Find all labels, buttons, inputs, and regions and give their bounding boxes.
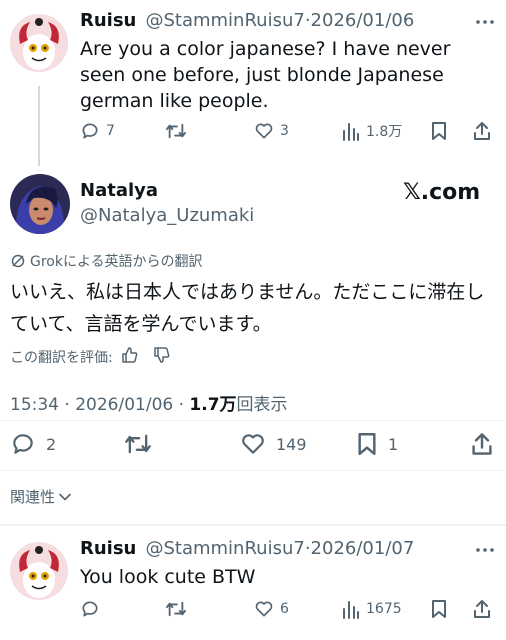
dot-separator: · [59, 395, 76, 415]
analytics-icon [343, 601, 359, 619]
bookmark-button[interactable] [430, 121, 448, 141]
reply-count: 7 [106, 123, 115, 139]
divider [0, 524, 506, 526]
share-button[interactable] [472, 599, 492, 619]
more-icon [476, 20, 494, 24]
bookmark-icon [432, 600, 446, 618]
reply-icon [13, 434, 33, 454]
tweet-date[interactable]: 2026/01/06 [75, 395, 173, 415]
tweet-date[interactable]: 2026/01/07 [311, 538, 415, 559]
views-count: 1.8万 [366, 124, 403, 140]
thumbs-down-button[interactable] [153, 346, 171, 368]
author-handle[interactable]: @StamminRuisu7 [145, 10, 304, 31]
tweet-meta: 15:34 · 2026/01/06 · 1.7万回表示 [10, 390, 288, 415]
heart-icon [255, 123, 273, 139]
bookmark-icon [432, 122, 446, 140]
tweet-time[interactable]: 15:34 [10, 395, 59, 415]
translation-note: Grokによる英語からの翻訳 [10, 251, 203, 271]
reply-icon [82, 123, 98, 139]
analytics-icon [343, 123, 359, 141]
heart-icon [255, 601, 273, 617]
reply-icon [82, 601, 98, 617]
dot-separator: · [173, 395, 190, 415]
views-button[interactable]: 1675 [342, 599, 402, 619]
avatar-image [10, 174, 70, 234]
bookmark-icon [358, 433, 376, 455]
bookmark-button[interactable]: 1 [356, 431, 398, 457]
retweet-button[interactable] [165, 121, 187, 141]
grok-icon [11, 254, 25, 268]
reply-count: 2 [46, 434, 57, 454]
tweet-text: いいえ、私は日本人ではありません。ただここに滞在していて、言語を学んでいます。 [10, 281, 485, 335]
avatar-image [10, 542, 68, 600]
tweet-header: Ruisu @StamminRuisu7·2026/01/07 [80, 538, 414, 559]
avatar-image [10, 14, 68, 72]
retweet-button[interactable] [165, 599, 187, 619]
author-handle[interactable]: @StamminRuisu7 [145, 538, 304, 559]
avatar[interactable] [10, 174, 70, 234]
share-icon [474, 600, 490, 618]
views-label: 回表示 [236, 395, 288, 415]
thumbs-down-icon [153, 347, 170, 363]
share-button[interactable] [472, 121, 492, 141]
avatar[interactable] [10, 542, 68, 600]
retweet-button[interactable] [124, 431, 152, 457]
author-name[interactable]: Ruisu [80, 10, 136, 31]
share-icon [472, 433, 492, 455]
translation-rating: この翻訳を評価: [10, 346, 171, 368]
thumbs-up-icon [121, 347, 138, 363]
more-options-button[interactable] [474, 542, 496, 556]
views-button[interactable]: 1.8万 [342, 121, 402, 141]
x-logo-watermark: 𝕏.com [403, 180, 481, 205]
divider [0, 470, 506, 471]
divider [0, 420, 506, 421]
retweet-icon [166, 123, 186, 139]
share-icon [474, 122, 490, 140]
like-button[interactable]: 3 [254, 121, 289, 141]
thread-line [38, 86, 40, 166]
like-button[interactable]: 6 [254, 599, 289, 619]
tweet-date[interactable]: 2026/01/06 [311, 10, 415, 31]
reply-button[interactable]: 7 [80, 121, 115, 141]
like-count: 6 [280, 601, 289, 617]
reply-button[interactable] [80, 599, 100, 619]
rate-label: この翻訳を評価: [10, 350, 113, 366]
more-options-button[interactable] [474, 14, 496, 28]
more-icon [476, 548, 494, 552]
retweet-icon [166, 601, 186, 617]
views-count: 1675 [366, 601, 402, 617]
like-count: 149 [276, 434, 307, 454]
tweet-text: Are you a color japanese? I have never s… [80, 38, 451, 112]
tweet-text: You look cute BTW [80, 566, 256, 588]
like-count: 3 [280, 123, 289, 139]
bookmark-count: 1 [388, 434, 399, 454]
author-name[interactable]: Ruisu [80, 538, 136, 559]
avatar[interactable] [10, 14, 68, 72]
author-name[interactable]: Natalya [80, 180, 158, 201]
like-button[interactable]: 149 [240, 431, 307, 457]
views-count: 1.7万 [189, 395, 237, 415]
sort-dropdown[interactable]: 関連性 [10, 486, 72, 507]
author-handle[interactable]: @Natalya_Uzumaki [80, 205, 254, 226]
thumbs-up-button[interactable] [121, 346, 139, 368]
share-button[interactable] [470, 431, 494, 457]
heart-icon [242, 434, 264, 454]
tweet-header: Ruisu @StamminRuisu7·2026/01/06 [80, 10, 414, 31]
bookmark-button[interactable] [430, 599, 448, 619]
translation-note-text: Grokによる英語からの翻訳 [30, 254, 203, 270]
chevron-down-icon [59, 493, 71, 500]
sort-label: 関連性 [10, 488, 56, 506]
reply-button[interactable]: 2 [10, 431, 56, 457]
retweet-icon [125, 434, 151, 454]
